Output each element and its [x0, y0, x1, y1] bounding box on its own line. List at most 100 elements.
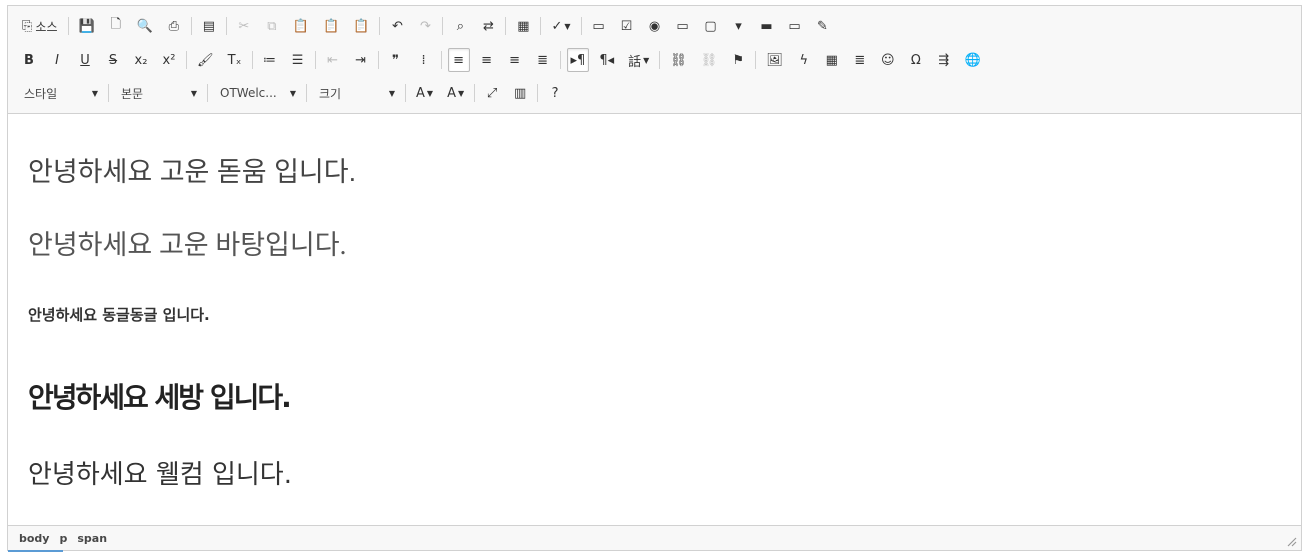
spellcheck-icon: ✓ [551, 18, 563, 34]
italic-button[interactable]: I [46, 48, 68, 72]
resize-handle-icon[interactable] [1285, 535, 1297, 547]
find-button[interactable]: ⌕ [449, 14, 471, 38]
checkbox-icon: ☑ [620, 18, 633, 34]
bulleted-list-icon: ☰ [291, 52, 304, 68]
print-icon: ⎙ [168, 18, 180, 34]
bg-color-icon: A [447, 85, 456, 101]
path-item-p[interactable]: p [59, 532, 67, 545]
path-item-body[interactable]: body [19, 532, 49, 545]
div-button[interactable]: ⁞ [413, 48, 435, 72]
font-combo-label: OTWelc... [220, 86, 277, 100]
spellcheck-button[interactable]: ✓ ▼ [547, 14, 574, 38]
text-field-button[interactable]: ▭ [672, 14, 694, 38]
toolbar-row-1: ⎘ 소스 💾 🗋 🔍 ⎙ ▤ ✂ ⧉ 📋 📋 📋 ↶ ↷ ⌕ ⇄ ▦ ✓ ▼ ▭ ☑ ◉ ▭ ▢ ▾ ▬ ▭ ✎ [18, 12, 840, 40]
cut-button[interactable]: ✂ [233, 14, 255, 38]
indent-button[interactable]: ⇥ [350, 48, 372, 72]
paste-button[interactable]: 📋 [289, 14, 313, 38]
separator [108, 84, 109, 102]
about-button[interactable]: ? [544, 81, 566, 105]
special-char-button[interactable]: Ω [905, 48, 927, 72]
subscript-button[interactable]: x₂ [130, 48, 152, 72]
status-bar: body p span [8, 525, 1301, 552]
superscript-button[interactable]: x² [158, 48, 180, 72]
checkbox-button[interactable]: ☑ [616, 14, 638, 38]
flash-button[interactable]: ϟ [793, 48, 815, 72]
align-center-button[interactable]: ≡ [476, 48, 498, 72]
horizontal-line-button[interactable]: ≣ [849, 48, 871, 72]
superscript-icon: x² [162, 52, 176, 68]
align-left-button[interactable]: ≡ [447, 48, 470, 72]
underline-button[interactable]: U [74, 48, 96, 72]
form-button-button[interactable]: ▬ [756, 14, 778, 38]
bulleted-list-button[interactable]: ☰ [287, 48, 309, 72]
undo-button[interactable]: ↶ [386, 14, 408, 38]
replace-button[interactable]: ⇄ [477, 14, 499, 38]
size-combo[interactable]: 크기 ▼ [313, 82, 401, 104]
redo-button[interactable]: ↷ [414, 14, 436, 38]
toolbar: ⎘ 소스 💾 🗋 🔍 ⎙ ▤ ✂ ⧉ 📋 📋 📋 ↶ ↷ ⌕ ⇄ ▦ ✓ ▼ ▭ ☑ ◉ ▭ ▢ ▾ ▬ ▭ ✎ B I U Sx₂ x² 🖌 T… [8, 6, 1301, 114]
outdent-button[interactable]: ⇤ [322, 48, 344, 72]
paste-word-button[interactable]: 📋 [349, 14, 373, 38]
maximize-button[interactable]: ⤢ [481, 81, 503, 105]
iframe-button[interactable]: 🌐 [961, 48, 985, 72]
strike-button[interactable]: S [102, 48, 124, 72]
styles-combo[interactable]: 스타일 ▼ [18, 82, 104, 104]
form-button[interactable]: ▭ [588, 14, 610, 38]
blockquote-button[interactable]: ❞ [385, 48, 407, 72]
preview-button[interactable]: 🔍 [133, 14, 157, 38]
chevron-down-icon: ▼ [91, 88, 98, 98]
select-field-button[interactable]: ▾ [728, 14, 750, 38]
hidden-field-icon: ✎ [817, 18, 828, 34]
print-button[interactable]: ⎙ [163, 14, 185, 38]
page-break-icon: ⇶ [938, 52, 950, 68]
image-button-button[interactable]: ▭ [784, 14, 806, 38]
hidden-field-button[interactable]: ✎ [812, 14, 834, 38]
bold-button[interactable]: B [18, 48, 40, 72]
templates-button[interactable]: ▤ [198, 14, 220, 38]
path-item-span[interactable]: span [77, 532, 107, 545]
align-right-button[interactable]: ≡ [504, 48, 526, 72]
content-paragraph[interactable]: 안녕하세요 고운 바탕입니다. [28, 223, 346, 262]
show-blocks-button[interactable]: ▥ [509, 81, 531, 105]
copy-button[interactable]: ⧉ [261, 14, 283, 38]
page-break-button[interactable]: ⇶ [933, 48, 955, 72]
content-paragraph[interactable]: 안녕하세요 고운 돋움 입니다. [28, 150, 356, 189]
new-page-icon: 🗋 [110, 17, 121, 32]
blockquote-icon: ❞ [392, 52, 400, 68]
content-paragraph[interactable]: 안녕하세요 세방 입니다. [28, 376, 292, 416]
ltr-button[interactable]: ▸¶ [566, 48, 590, 72]
globe-icon: 🌐 [964, 52, 982, 68]
radio-button[interactable]: ◉ [644, 14, 666, 38]
smiley-button[interactable]: ☺ [877, 48, 899, 72]
editor-content[interactable]: 안녕하세요 고운 돋움 입니다. 안녕하세요 고운 바탕입니다. 안녕하세요 동… [8, 114, 1301, 527]
table-button[interactable]: ▦ [821, 48, 843, 72]
unlink-button[interactable]: ⛓ [697, 48, 722, 72]
numbered-list-button[interactable]: ≔ [259, 48, 281, 72]
text-field-icon: ▭ [676, 18, 689, 34]
align-center-icon: ≡ [481, 52, 492, 68]
paste-text-button[interactable]: 📋 [319, 14, 343, 38]
image-button[interactable]: 🖼 [762, 48, 787, 72]
remove-format-button[interactable]: Tₓ [224, 48, 246, 72]
justify-button[interactable]: ≣ [532, 48, 554, 72]
source-button[interactable]: ⎘ 소스 [18, 14, 62, 38]
select-all-button[interactable]: ▦ [512, 14, 534, 38]
save-button[interactable]: 💾 [75, 14, 99, 38]
separator [559, 51, 561, 69]
div-container-icon: ⁞ [421, 52, 426, 68]
link-button[interactable]: ⛓ [666, 48, 691, 72]
rtl-button[interactable]: ¶◂ [595, 48, 618, 72]
new-page-button[interactable]: 🗋 [105, 14, 127, 38]
copy-format-button[interactable]: 🖌 [193, 48, 218, 72]
bg-color-button[interactable]: A ▼ [443, 81, 468, 105]
text-color-button[interactable]: A ▼ [412, 81, 437, 105]
font-combo[interactable]: OTWelc... ▼ [214, 82, 302, 104]
italic-icon: I [55, 52, 59, 68]
textarea-button[interactable]: ▢ [700, 14, 722, 38]
language-button[interactable]: 話 ▼ [624, 48, 653, 72]
anchor-button[interactable]: ⚑ [727, 48, 749, 72]
replace-icon: ⇄ [482, 18, 494, 34]
content-paragraph[interactable]: 안녕하세요 동글동글 입니다. [28, 304, 210, 325]
format-combo[interactable]: 본문 ▼ [115, 82, 203, 104]
content-paragraph[interactable]: 안녕하세요 웰컴 입니다. [28, 454, 292, 491]
